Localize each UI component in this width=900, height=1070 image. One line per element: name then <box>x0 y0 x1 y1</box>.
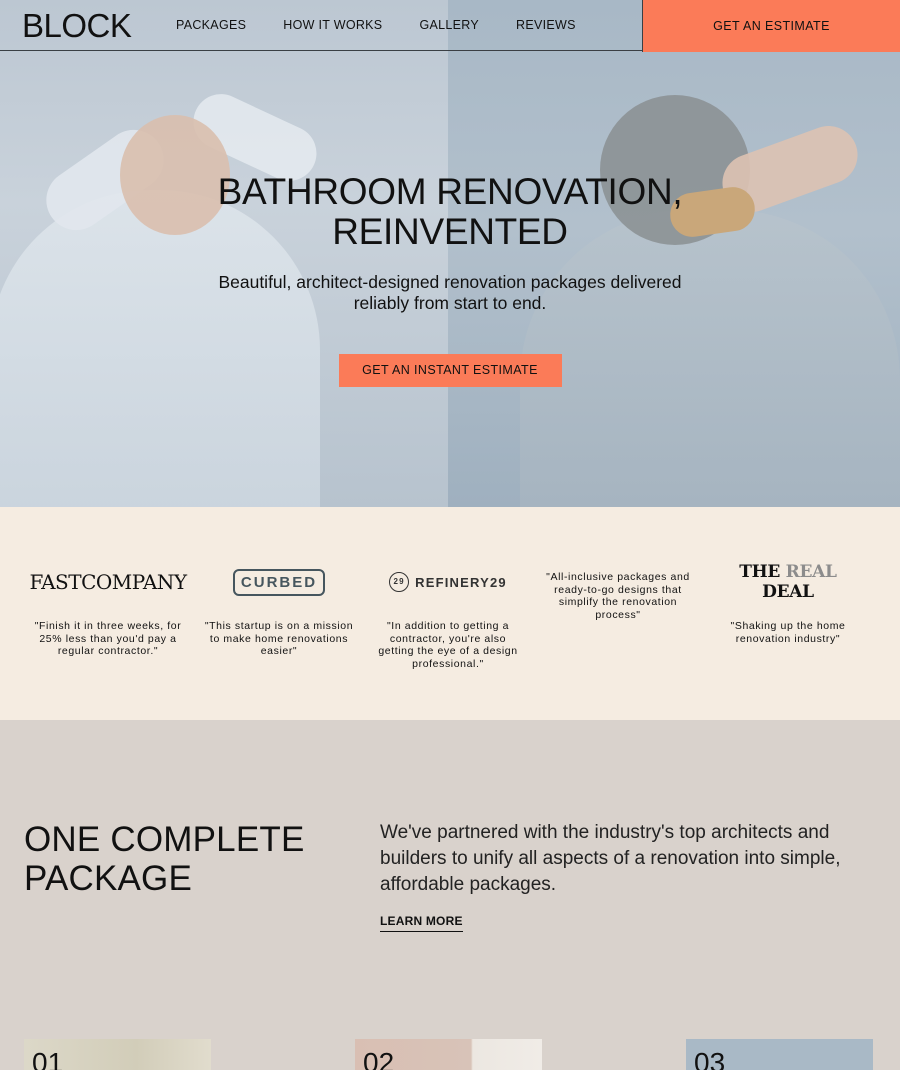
hero-title-line1: BATHROOM RENOVATION, <box>217 171 683 212</box>
hero-title: BATHROOM RENOVATION, REINVENTED <box>0 172 900 252</box>
refinery29-logo: 29 REFINERY29 <box>373 562 523 602</box>
hero-subtitle: Beautiful, architect-designed renovation… <box>218 272 682 313</box>
press-quote: "In addition to getting a contractor, yo… <box>378 620 518 670</box>
curbed-logo: CURBED <box>204 562 354 602</box>
press-quote: "Shaking up the home renovation industry… <box>730 620 846 645</box>
press-item-fastcompany: FASTCOMPANY "Finish it in three weeks, f… <box>29 562 187 658</box>
curbed-logo-text: CURBED <box>232 568 326 596</box>
get-estimate-button[interactable]: GET AN ESTIMATE <box>642 0 900 52</box>
refinery29-badge-icon: 29 <box>389 572 410 592</box>
press-item-curbed: CURBED "This startup is on a mission to … <box>204 562 354 658</box>
instant-estimate-button[interactable]: GET AN INSTANT ESTIMATE <box>338 354 562 387</box>
package-card-2[interactable]: 02 <box>355 1039 542 1070</box>
nav-reviews[interactable]: REVIEWS <box>516 18 576 32</box>
package-card-3[interactable]: 03 <box>686 1039 873 1070</box>
package-title-line2: PACKAGE <box>24 859 193 898</box>
site-header: BLOCK PACKAGES HOW IT WORKS GALLERY REVI… <box>0 0 900 52</box>
press-item-the-real-deal: THE REAL DEAL "Shaking up the home renov… <box>713 562 863 645</box>
press-quote: "This startup is on a mission to make ho… <box>204 620 354 658</box>
refinery29-logo-text: REFINERY29 <box>415 574 507 590</box>
learn-more-link[interactable]: LEARN MORE <box>380 914 463 932</box>
main-nav: PACKAGES HOW IT WORKS GALLERY REVIEWS <box>176 18 613 32</box>
the-real-deal-logo-text: THE REAL DEAL <box>713 562 863 602</box>
card-number: 01 <box>32 1047 64 1070</box>
refinery29-logo-wrap: 29 REFINERY29 <box>389 572 507 592</box>
package-title-line1: ONE COMPLETE <box>24 820 305 859</box>
hero-content: BATHROOM RENOVATION, REINVENTED Beautifu… <box>0 172 900 387</box>
press-item-quote-only: "All-inclusive packages and ready-to-go … <box>543 571 693 621</box>
card-number: 02 <box>363 1047 395 1070</box>
press-quote: "All-inclusive packages and ready-to-go … <box>546 571 690 621</box>
press-section: FASTCOMPANY "Finish it in three weeks, f… <box>0 507 900 720</box>
package-card-1[interactable]: 01 <box>24 1039 211 1070</box>
package-title: ONE COMPLETE PACKAGE <box>24 820 305 898</box>
trd-part-deal: DEAL <box>762 582 814 602</box>
hero-title-line2: REINVENTED <box>332 211 568 252</box>
logo[interactable]: BLOCK <box>22 9 132 42</box>
press-item-refinery29: 29 REFINERY29 "In addition to getting a … <box>373 562 523 670</box>
nav-how-it-works[interactable]: HOW IT WORKS <box>283 18 382 32</box>
fastcompany-logo: FASTCOMPANY <box>29 562 187 602</box>
fastcompany-logo-text: FASTCOMPANY <box>29 570 187 594</box>
the-real-deal-logo: THE REAL DEAL <box>713 562 863 602</box>
nav-gallery[interactable]: GALLERY <box>419 18 479 32</box>
press-quote: "Finish it in three weeks, for 25% less … <box>34 620 182 658</box>
trd-part-the: THE <box>739 562 786 582</box>
nav-packages[interactable]: PACKAGES <box>176 18 246 32</box>
trd-part-real: REAL <box>785 562 837 582</box>
package-description: We've partnered with the industry's top … <box>380 822 841 895</box>
card-number: 03 <box>694 1047 726 1070</box>
hero-section: BATHROOM RENOVATION, REINVENTED Beautifu… <box>0 0 900 507</box>
